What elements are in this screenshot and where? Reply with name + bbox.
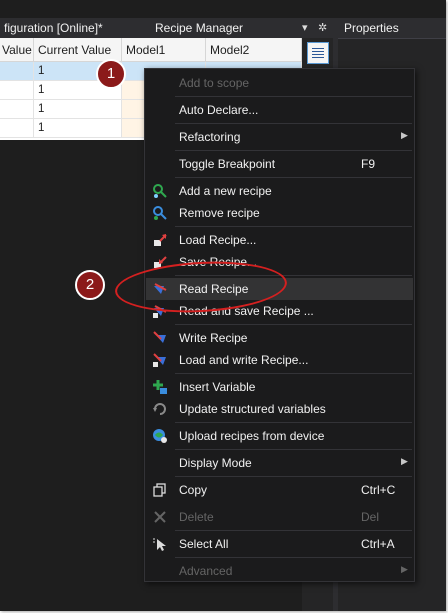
- menu-separator: [175, 557, 412, 558]
- properties-title: Properties: [344, 21, 399, 35]
- table-cell-value[interactable]: [0, 81, 34, 100]
- menu-separator: [175, 449, 412, 450]
- menu-item-label: Select All: [179, 537, 229, 551]
- menu-item-label: Toggle Breakpoint: [179, 157, 276, 171]
- menu-item-load-recipe[interactable]: Load Recipe...: [146, 229, 413, 251]
- menu-item-label: Update structured variables: [179, 402, 326, 416]
- copy-icon: [153, 483, 166, 497]
- menu-item-add-recipe[interactable]: Add a new recipe: [146, 180, 413, 202]
- menu-item-label: Advanced: [179, 564, 233, 578]
- ide-window: figuration [Online]* Recipe Manager ▾ ✲ …: [0, 0, 446, 611]
- insert-variable-icon: [153, 380, 167, 394]
- select-all-cursor-icon: [153, 538, 166, 551]
- table-cell-value[interactable]: [0, 62, 34, 81]
- table-cell-value[interactable]: [0, 100, 34, 119]
- menu-item-label: Display Mode: [179, 456, 252, 470]
- load-write-recipe-icon: [153, 353, 166, 367]
- menu-item-copy[interactable]: Copy Ctrl+C: [146, 479, 413, 501]
- table-cell-current-value[interactable]: 1: [34, 100, 122, 119]
- menu-item-label: Add a new recipe: [179, 184, 272, 198]
- column-header-model1[interactable]: Model1: [122, 38, 206, 62]
- menu-item-load-and-write-recipe[interactable]: Load and write Recipe...: [146, 349, 413, 371]
- dropdown-icon[interactable]: ▾: [302, 21, 308, 34]
- delete-icon: [154, 511, 166, 523]
- upload-recipes-icon: [153, 429, 167, 443]
- menu-separator: [175, 123, 412, 124]
- step-2-badge: 2: [75, 270, 105, 300]
- menu-separator: [175, 226, 412, 227]
- shortcut-label: Del: [361, 510, 380, 524]
- table-cell-current-value[interactable]: 1: [34, 119, 122, 138]
- properties-header: Properties: [338, 18, 446, 39]
- menu-item-toggle-breakpoint[interactable]: Toggle Breakpoint F9: [146, 153, 413, 175]
- menu-item-add-to-scope: Add to scope: [146, 72, 413, 94]
- menu-item-label: Insert Variable: [179, 380, 256, 394]
- menu-item-label: Load and write Recipe...: [179, 353, 309, 367]
- write-recipe-icon: [153, 331, 166, 343]
- menu-separator: [175, 177, 412, 178]
- table-cell-value[interactable]: [0, 119, 34, 138]
- menu-separator: [175, 150, 412, 151]
- document-tab-title[interactable]: figuration [Online]*: [4, 21, 103, 35]
- gear-icon[interactable]: ✲: [318, 21, 327, 34]
- menu-item-upload-recipes[interactable]: Upload recipes from device: [146, 425, 413, 447]
- menu-item-label: Load Recipe...: [179, 233, 257, 247]
- menu-item-display-mode[interactable]: Display Mode ▶: [146, 452, 413, 474]
- menu-item-auto-declare[interactable]: Auto Declare...: [146, 99, 413, 121]
- menu-item-label: Delete: [179, 510, 214, 524]
- remove-recipe-icon: [153, 206, 167, 220]
- menu-separator: [175, 422, 412, 423]
- panel-title: Recipe Manager: [155, 21, 244, 35]
- menu-item-write-recipe[interactable]: Write Recipe: [146, 327, 413, 349]
- context-menu: Add to scope Auto Declare... Refactoring…: [144, 68, 415, 582]
- step-1-badge: 1: [96, 59, 126, 89]
- menu-item-label: Refactoring: [179, 130, 241, 144]
- menu-separator: [175, 530, 412, 531]
- menu-separator: [175, 476, 412, 477]
- menu-item-label: Remove recipe: [179, 206, 260, 220]
- menu-item-label: Upload recipes from device: [179, 429, 325, 443]
- menu-item-label: Write Recipe: [179, 331, 248, 345]
- menu-item-remove-recipe[interactable]: Remove recipe: [146, 202, 413, 224]
- submenu-arrow-icon: ▶: [401, 130, 408, 140]
- shortcut-label: F9: [361, 157, 376, 171]
- refresh-icon: [153, 403, 166, 415]
- column-header-model2[interactable]: Model2: [206, 38, 302, 62]
- shortcut-label: Ctrl+A: [361, 537, 395, 551]
- column-header-value[interactable]: Value: [0, 38, 34, 62]
- menu-item-update-structured-variables[interactable]: Update structured variables: [146, 398, 413, 420]
- menu-item-label: Copy: [179, 483, 208, 497]
- menu-item-label: Add to scope: [179, 76, 250, 90]
- menu-item-advanced: Advanced ▶: [146, 560, 413, 582]
- menu-separator: [175, 324, 412, 325]
- menu-separator: [175, 373, 412, 374]
- load-recipe-icon: [154, 234, 167, 246]
- add-recipe-icon: [153, 184, 167, 198]
- shortcut-label: Ctrl+C: [361, 483, 396, 497]
- menu-separator: [175, 96, 412, 97]
- menu-item-insert-variable[interactable]: Insert Variable: [146, 376, 413, 398]
- properties-page-icon[interactable]: [307, 42, 329, 64]
- document-tab-bar: figuration [Online]* Recipe Manager ▾ ✲: [0, 18, 333, 38]
- menu-item-refactoring[interactable]: Refactoring ▶: [146, 126, 413, 148]
- menu-item-label: Auto Declare...: [179, 103, 259, 117]
- submenu-arrow-icon: ▶: [401, 564, 408, 574]
- menu-item-delete: Delete Del: [146, 506, 413, 528]
- submenu-arrow-icon: ▶: [401, 456, 408, 466]
- menu-item-select-all[interactable]: Select All Ctrl+A: [146, 533, 413, 555]
